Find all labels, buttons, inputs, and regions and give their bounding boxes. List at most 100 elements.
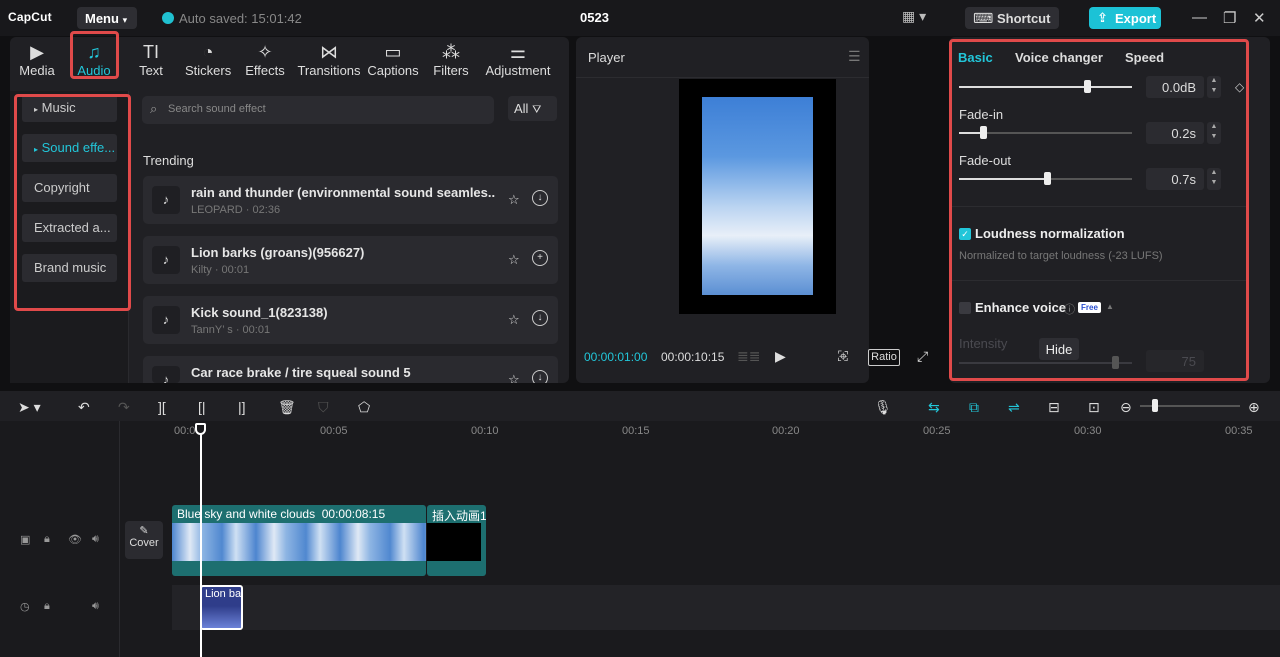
speaker-icon[interactable]: 🔊︎ <box>92 533 99 546</box>
tab-label: Filters <box>433 63 469 78</box>
audio-track-icon: ◷ <box>20 601 30 613</box>
text-icon: TI <box>143 42 159 62</box>
preview-canvas[interactable] <box>679 79 836 314</box>
trim-right-icon[interactable]: |] <box>238 399 246 415</box>
zoom-out-icon[interactable]: ⊖ <box>1120 399 1132 416</box>
tab-effects[interactable]: ✧ Effects <box>245 41 285 78</box>
download-icon[interactable]: ↓ <box>532 310 548 326</box>
shortcut-label: Shortcut <box>997 11 1051 26</box>
media-panel: ▶ Media ♫ Audio TI Text ◔ Stickers ✧ Effects … <box>10 31 569 383</box>
playhead[interactable] <box>200 423 202 657</box>
link-icon[interactable]: ⇌ <box>1008 399 1020 416</box>
time-ruler[interactable]: 00:00 00:05 00:10 00:15 00:20 00:25 00:3… <box>170 425 1280 439</box>
sound-meta: Kilty · 00:01 <box>191 264 250 276</box>
waveform-icon[interactable]: ≣≣ <box>737 348 760 365</box>
cover-label: Cover <box>129 537 159 549</box>
select-cursor-icon[interactable]: ➤ ▾ <box>18 399 41 416</box>
menu-label: Menu <box>85 11 119 26</box>
audio-clip[interactable]: Lion ba <box>200 585 243 630</box>
ruler-tick: 00:20 <box>772 425 800 437</box>
tab-captions[interactable]: ▭ Captions <box>367 41 419 78</box>
playhead-handle[interactable] <box>195 423 206 435</box>
list-item[interactable]: ♪ Lion barks (groans)(956627) Kilty · 00… <box>143 236 558 284</box>
split-icon[interactable]: ][ <box>158 399 166 415</box>
download-icon[interactable]: ↓ <box>532 370 548 383</box>
screenshot-icon[interactable]: ⌖ <box>839 348 847 365</box>
slider-knob[interactable] <box>1152 399 1158 412</box>
favorite-icon[interactable]: ☆ <box>508 192 520 208</box>
project-name: 0523 <box>580 10 609 25</box>
favorite-icon[interactable]: ☆ <box>508 312 520 328</box>
tab-adjustment[interactable]: ⚌ Adjustment <box>484 41 552 78</box>
download-icon[interactable]: ↓ <box>532 190 548 206</box>
sidebar-highlight <box>14 94 131 311</box>
zoom-in-icon[interactable]: ⊕ <box>1248 399 1260 416</box>
divider <box>576 77 869 78</box>
timeline-toolbar: ➤ ▾ ↶ ↷ ][ [| |] 🗑︎ ⛉ ⬠ 🎙︎ ⇆ ⧉ ⇌ ⊟ ⊡ ⊖ ⊕ <box>0 391 1280 421</box>
trim-left-icon[interactable]: [| <box>198 399 206 415</box>
export-button[interactable]: ⇪ Export <box>1089 7 1161 29</box>
video-frame <box>702 97 813 295</box>
preview-axis-icon[interactable]: ⊡ <box>1088 399 1100 416</box>
player-title: Player <box>588 50 625 65</box>
add-icon[interactable]: + <box>532 250 548 266</box>
split-view-icon[interactable]: ⊟ <box>1048 399 1060 416</box>
list-item[interactable]: ♪ Kick sound_1(823138) TannY’ s · 00:01 … <box>143 296 558 344</box>
shortcut-button[interactable]: ⌨ Shortcut <box>965 7 1059 29</box>
video-clip[interactable]: Blue sky and white clouds 00:00:08:15 <box>172 505 426 576</box>
tab-filters[interactable]: ⁂ Filters <box>433 41 469 78</box>
media-icon: ▶ <box>30 42 44 62</box>
menu-icon[interactable]: ☰ <box>848 48 861 65</box>
microphone-icon[interactable]: 🎙︎ <box>874 399 892 416</box>
main-track-magnet-icon[interactable]: ⇆ <box>928 399 940 416</box>
tab-text[interactable]: TI Text <box>138 41 164 78</box>
list-item[interactable]: ♪ rain and thunder (environmental sound … <box>143 176 558 224</box>
sound-title: Lion barks (groans)(956627) <box>191 245 365 260</box>
redo-icon: ↷ <box>118 399 130 415</box>
favorite-icon[interactable]: ☆ <box>508 372 520 383</box>
close-icon[interactable]: ✕ <box>1253 9 1266 27</box>
tab-media[interactable]: ▶ Media <box>18 41 56 78</box>
player-panel: Player ☰ 00:00:01:00 00:00:10:15 ≣≣ ▶ ⛶ <box>576 37 869 383</box>
music-note-icon: ♪ <box>152 306 180 334</box>
marker-icon[interactable]: ⬠ <box>358 399 370 416</box>
fullscreen-icon[interactable]: ⤢ <box>917 348 928 365</box>
delete-icon[interactable]: 🗑︎ <box>278 399 296 416</box>
lock-icon[interactable]: 🔒︎ <box>44 600 50 613</box>
search-icon: ⌕ <box>150 101 158 116</box>
list-item[interactable]: ♪ Car race brake / tire squeal sound 5 ☆… <box>143 356 558 383</box>
music-note-icon: ♪ <box>152 186 180 214</box>
restore-icon[interactable]: ❐ <box>1223 9 1236 27</box>
export-icon: ⇪ <box>1097 10 1108 25</box>
keyboard-icon: ⌨ <box>973 10 994 26</box>
speaker-icon[interactable]: 🔊︎ <box>92 600 99 613</box>
play-icon[interactable]: ▶ <box>775 348 786 365</box>
tab-stickers[interactable]: ◔ Stickers <box>185 41 231 78</box>
chevron-down-icon: ▾ <box>122 15 128 25</box>
check-circle-icon <box>162 12 174 24</box>
favorite-icon[interactable]: ☆ <box>508 252 520 268</box>
eye-icon[interactable]: 👁︎ <box>68 533 82 546</box>
audio-track-lane <box>172 585 1280 630</box>
minimize-icon[interactable]: — <box>1192 9 1207 26</box>
undo-icon[interactable]: ↶ <box>78 399 90 416</box>
menu-button[interactable]: Menu ▾ <box>77 7 137 29</box>
lock-icon[interactable]: 🔒︎ <box>44 533 50 546</box>
ratio-button[interactable]: Ratio <box>868 349 900 366</box>
cover-button[interactable]: ✎ Cover <box>125 521 163 559</box>
search-input[interactable]: ⌕ Search sound effect <box>142 96 494 124</box>
auto-snap-icon[interactable]: ⧉ <box>969 399 979 416</box>
layout-icon[interactable]: ▦ ▾ <box>902 8 926 25</box>
filter-button[interactable]: All ⛛ <box>508 96 557 121</box>
transitions-icon: ⋈ <box>320 42 338 62</box>
video-clip-2[interactable]: 插入动画1 <box>427 505 486 576</box>
tab-audio[interactable]: ♫ Audio <box>74 41 114 78</box>
zoom-slider[interactable] <box>1140 399 1240 412</box>
ruler-tick: 00:15 <box>622 425 650 437</box>
sound-title: rain and thunder (environmental sound se… <box>191 185 496 200</box>
clip-name: Lion ba <box>205 588 242 600</box>
ruler-tick: 00:25 <box>923 425 951 437</box>
video-track-icon: ▣ <box>20 534 31 546</box>
sound-title: Kick sound_1(823138) <box>191 305 328 320</box>
tab-transitions[interactable]: ⋈ Transitions <box>297 41 361 78</box>
